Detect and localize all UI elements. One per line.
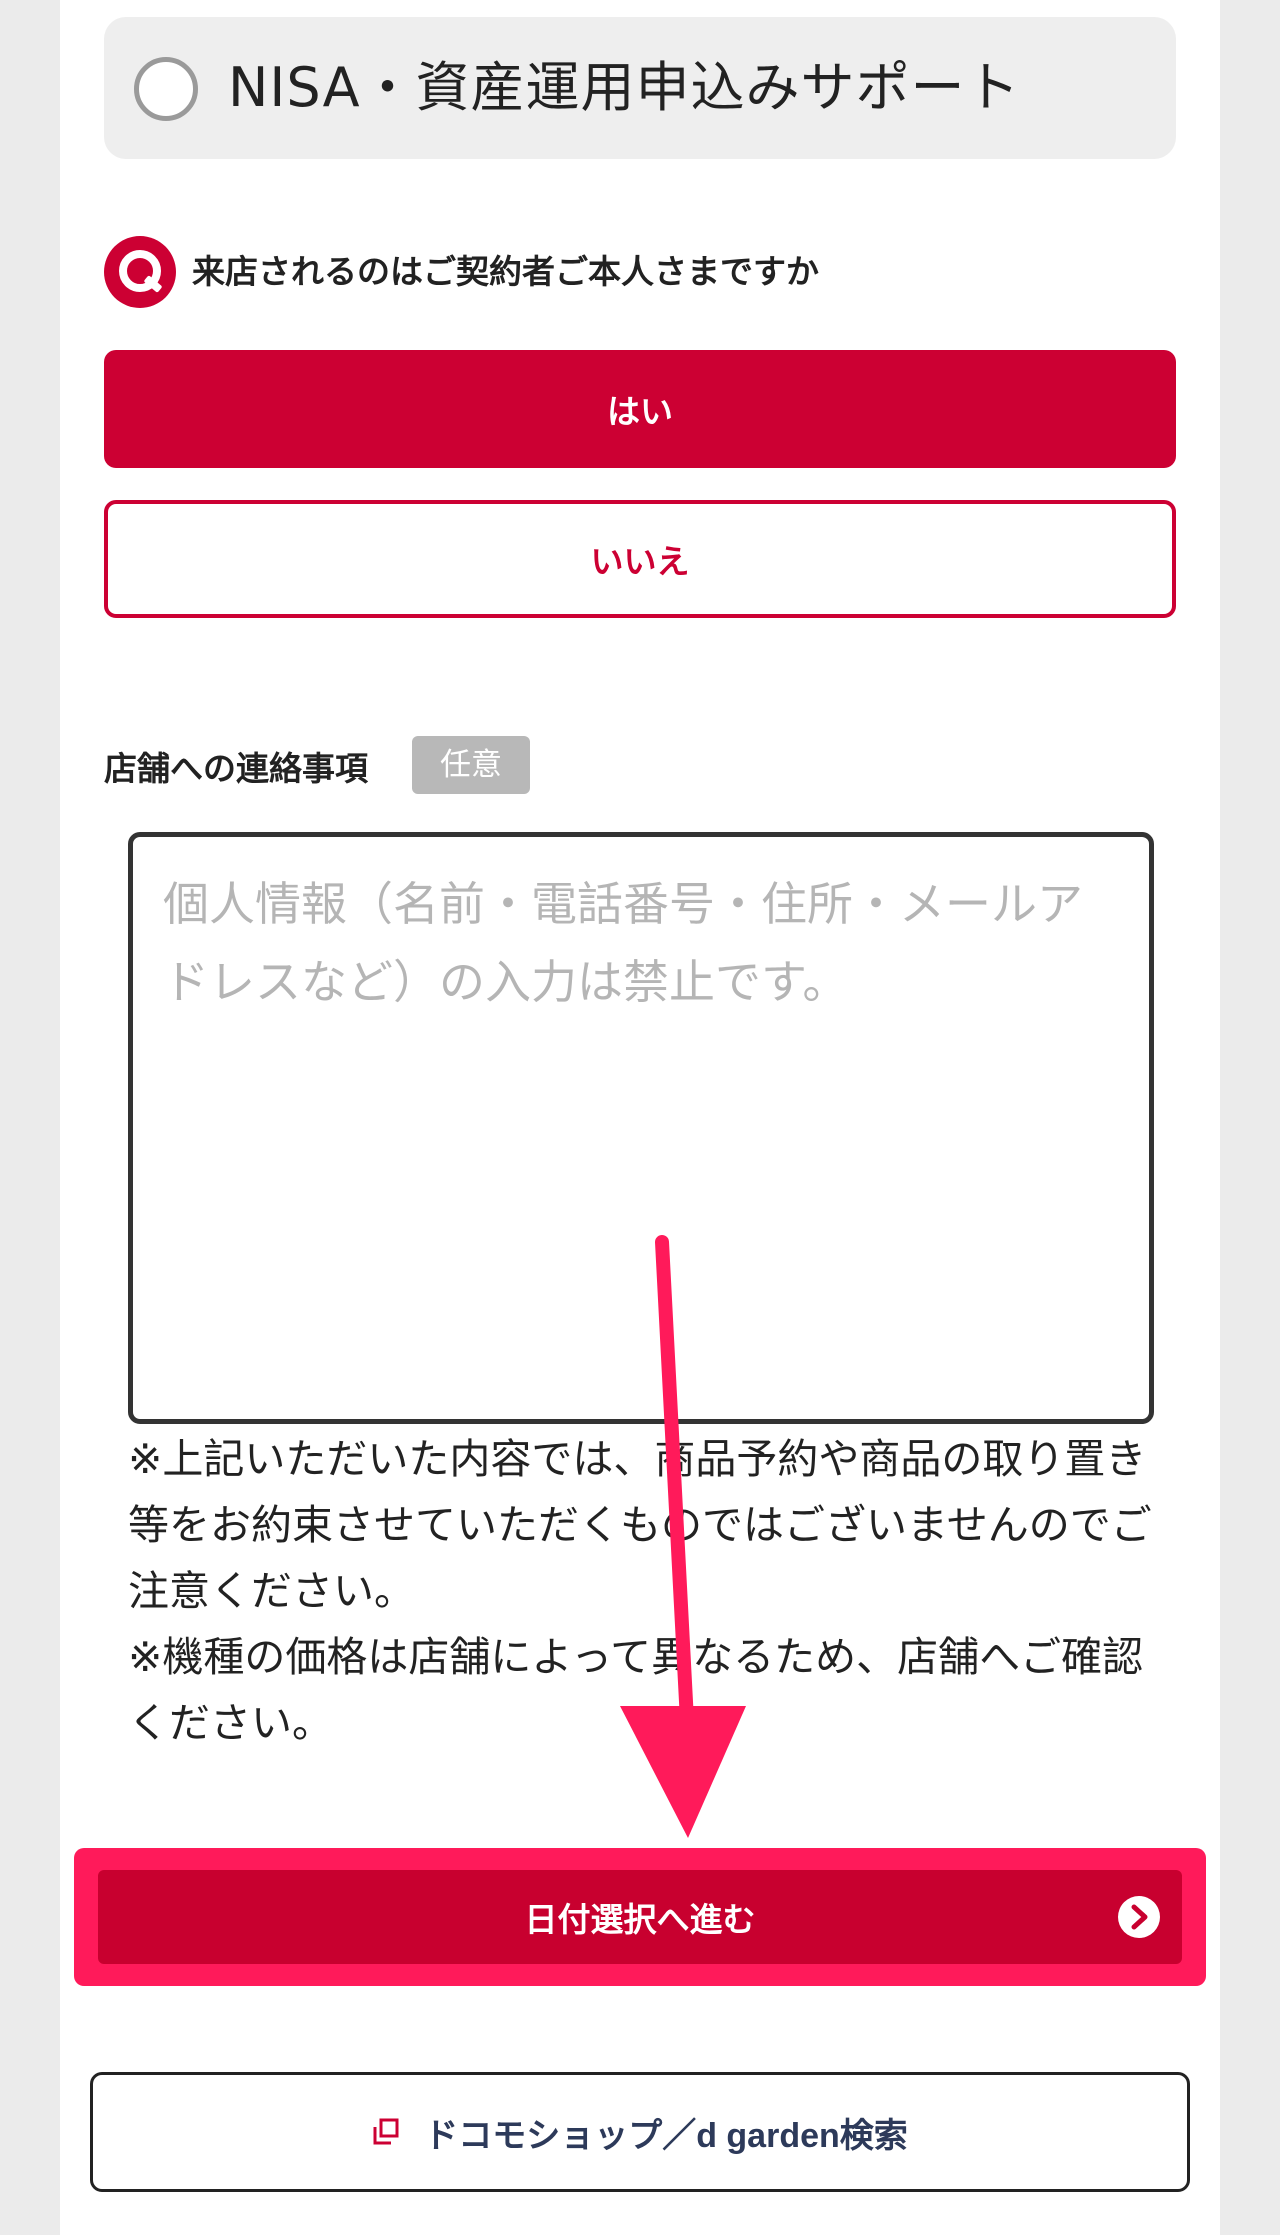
question-icon [104,236,176,308]
shop-search-label: ドコモショップ／d garden検索 [424,2116,908,2155]
disclaimer-reservation: ※上記いただいた内容では、商品予約や商品の取り置き等をお約束させていただくもので… [128,1435,1152,1615]
notes-label: 店舗への連絡事項 [104,749,368,788]
notes-textarea[interactable] [128,832,1154,1424]
disclaimer: ※上記いただいた内容では、商品予約や商品の取り置き等をお約束させていただくもので… [128,1426,1168,1756]
shop-search-button[interactable]: ドコモショップ／d garden検索 [90,2072,1190,2192]
radio-unselected-icon[interactable] [134,57,198,121]
external-link-icon [373,2118,399,2145]
page: NISA・資産運用申込みサポート 来店されるのはご契約者ご本人さまですか はい … [60,0,1220,2235]
disclaimer-price: ※機種の価格は店舗によって異なるため、店舗へご確認ください。 [128,1633,1144,1747]
service-option-label: NISA・資産運用申込みサポート [228,56,1021,119]
no-button[interactable]: いいえ [104,500,1176,618]
question-text: 来店されるのはご契約者ご本人さまですか [192,252,819,291]
proceed-to-date-button[interactable]: 日付選択へ進む [98,1870,1182,1964]
yes-button[interactable]: はい [104,350,1176,468]
optional-badge: 任意 [412,736,530,794]
chevron-right-icon [1118,1896,1160,1938]
